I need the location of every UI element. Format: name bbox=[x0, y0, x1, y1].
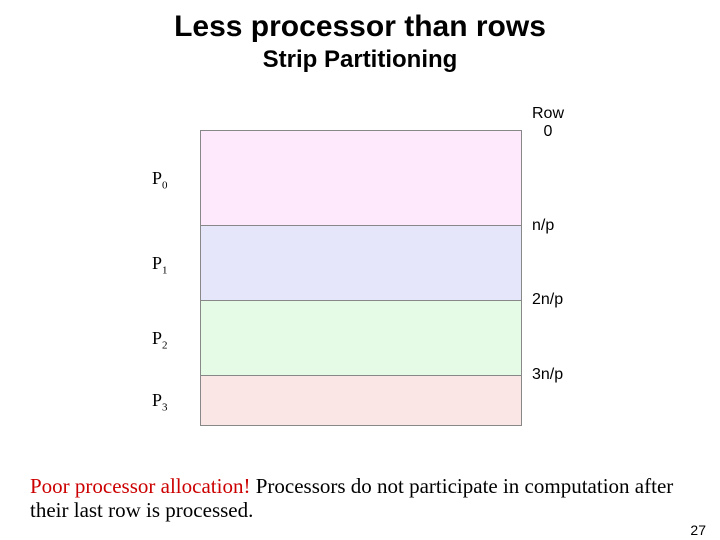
row-label-2: 2n/p bbox=[532, 291, 563, 309]
row-label-1: n/p bbox=[532, 217, 554, 235]
proc-label-p0: P0 bbox=[152, 168, 168, 192]
slide-subtitle: Strip Partitioning bbox=[0, 46, 720, 74]
strip-partition-figure: P0 P1 P2 P3 Row 0 n/p 2n/p 3n/p bbox=[0, 110, 720, 440]
slide-number: 27 bbox=[690, 522, 706, 538]
strip-p2 bbox=[201, 301, 521, 376]
strip-stack bbox=[200, 130, 522, 426]
proc-label-p2: P2 bbox=[152, 328, 168, 352]
slide-caption: Poor processor allocation! Processors do… bbox=[30, 474, 690, 522]
strip-p3 bbox=[201, 376, 521, 425]
caption-emphasis: Poor processor allocation! bbox=[30, 474, 250, 498]
proc-label-p3: P3 bbox=[152, 390, 168, 414]
strip-p1 bbox=[201, 226, 521, 301]
slide-title: Less processor than rows bbox=[0, 10, 720, 44]
strip-p0 bbox=[201, 131, 521, 226]
proc-label-p1: P1 bbox=[152, 253, 168, 277]
row-label-3: 3n/p bbox=[532, 366, 563, 384]
row-header-label: Row 0 bbox=[532, 105, 564, 140]
slide: Less processor than rows Strip Partition… bbox=[0, 10, 720, 540]
